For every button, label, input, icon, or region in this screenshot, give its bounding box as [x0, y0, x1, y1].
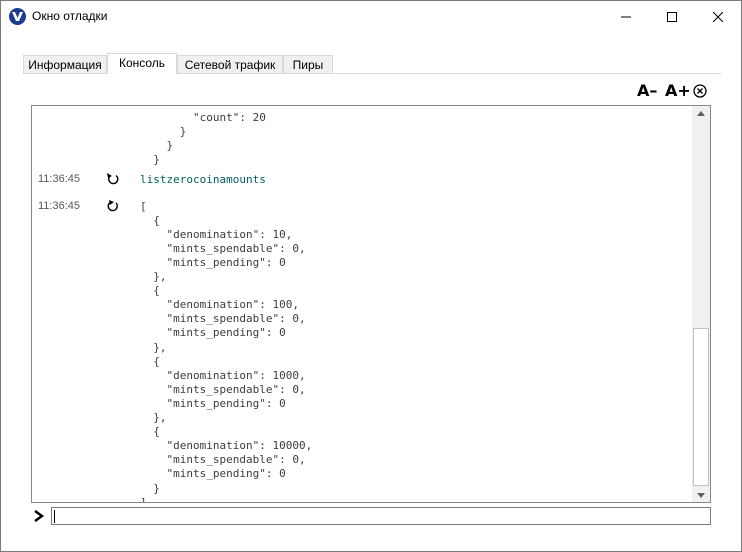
console-output-line: "mints_spendable": 0,	[140, 312, 306, 326]
console-command-input[interactable]	[51, 507, 711, 525]
console-output-line: {	[140, 284, 160, 298]
console-output-line: "mints_spendable": 0,	[140, 453, 306, 467]
maximize-button[interactable]	[649, 1, 695, 32]
minimize-button[interactable]	[603, 1, 649, 32]
console-output-line: "count": 20	[140, 111, 266, 124]
console-output-line: },	[140, 270, 167, 283]
console-output-line: "denomination": 100,	[140, 298, 299, 312]
tab-peers[interactable]: Пиры	[283, 55, 333, 73]
console-output-line: }	[140, 139, 174, 153]
window-title: Окно отладки	[32, 9, 108, 23]
app-logo-icon	[9, 8, 26, 25]
maximize-icon	[667, 11, 677, 22]
console-output-line: {	[140, 213, 160, 227]
scrollbar-thumb[interactable]	[693, 328, 709, 486]
console-output-line: "mints_spendable": 0,	[140, 382, 306, 396]
minimize-icon	[621, 16, 631, 17]
console-output-line: "mints_pending": 0	[140, 255, 286, 269]
debug-window: Окно отладки Информация Консоль Сетевой …	[0, 0, 742, 552]
console-output-line: "mints_spendable": 0,	[140, 241, 306, 255]
font-larger-button[interactable]: A+	[665, 81, 691, 100]
console-output-line: ]	[140, 496, 147, 502]
console-output-line: }	[140, 153, 160, 167]
arrow-up-icon	[697, 110, 705, 116]
request-icon	[107, 173, 119, 185]
console-output-line: {	[140, 425, 160, 439]
console-output-line: [	[140, 199, 147, 213]
arrow-down-icon	[697, 492, 705, 498]
console-lines: "count": 20 } } } 11:36:45 listzerocoinamo…	[32, 106, 692, 502]
vertical-scrollbar[interactable]	[692, 106, 710, 502]
scroll-down-button[interactable]	[692, 488, 710, 502]
timestamp: 11:36:45	[38, 199, 81, 212]
console-output-line: "mints_pending": 0	[140, 467, 286, 481]
tab-information[interactable]: Информация	[23, 55, 107, 73]
console-output-line: }	[140, 125, 187, 139]
console-output-line: "denomination": 10,	[140, 227, 293, 241]
scroll-up-button[interactable]	[692, 106, 710, 120]
tab-console[interactable]: Консоль	[107, 53, 177, 74]
clear-console-button[interactable]	[693, 84, 707, 98]
console-output-line: },	[140, 411, 167, 424]
reply-icon	[107, 199, 118, 211]
console-output-line: },	[140, 340, 167, 354]
close-icon	[713, 11, 723, 22]
tab-network-traffic[interactable]: Сетевой трафик	[177, 55, 283, 73]
font-smaller-button[interactable]: A–	[637, 81, 657, 100]
console-output-line: }	[140, 481, 160, 495]
console-output-line: "mints_pending": 0	[140, 396, 286, 410]
prompt-chevron-icon	[33, 509, 45, 523]
console-output[interactable]: "count": 20 } } } 11:36:45 listzerocoinamo…	[31, 105, 711, 503]
close-button[interactable]	[695, 1, 741, 32]
timestamp: 11:36:45	[38, 173, 81, 186]
console-command-line: listzerocoinamounts	[140, 173, 266, 187]
console-output-line: "mints_pending": 0	[140, 326, 286, 340]
console-output-line: "denomination": 10000,	[140, 439, 313, 453]
console-output-line: "denomination": 1000,	[140, 368, 306, 382]
console-output-line: {	[140, 354, 160, 368]
clear-circle-x-icon	[693, 84, 707, 98]
title-bar[interactable]: Окно отладки	[1, 1, 741, 32]
text-caret	[54, 510, 55, 523]
